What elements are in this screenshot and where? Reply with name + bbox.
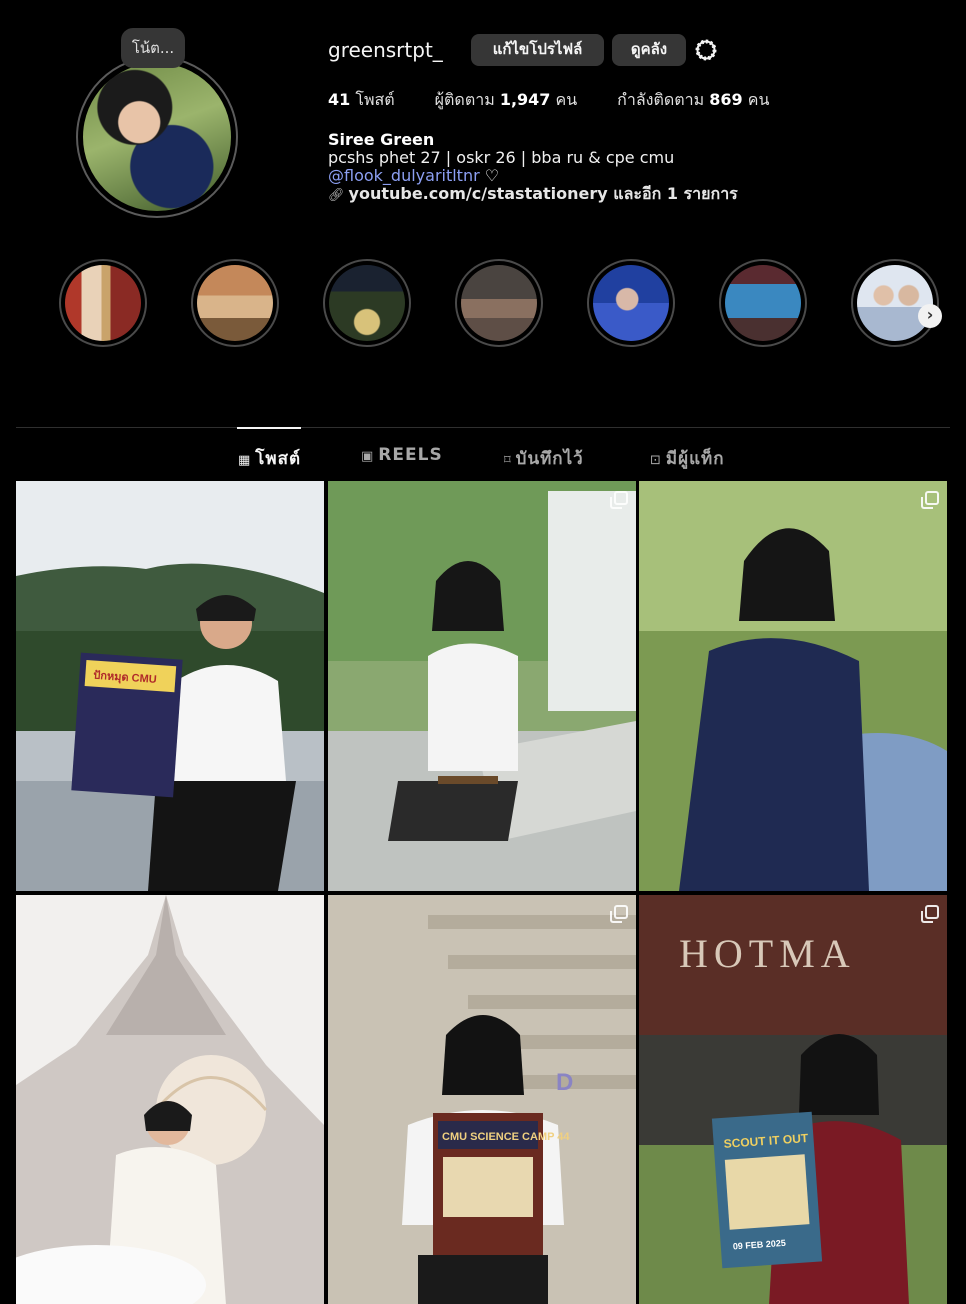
highlight-image <box>725 265 801 341</box>
post-image: D CMU SCIENCE CAMP 44 <box>328 895 636 1304</box>
highlight-6[interactable] <box>719 259 807 347</box>
post-2[interactable] <box>328 481 636 891</box>
poster-text: CMU SCIENCE CAMP 44 <box>442 1131 570 1143</box>
post-1[interactable]: ปักหมุด CMU <box>16 481 324 891</box>
highlight-image <box>65 265 141 341</box>
multiple-photos-icon <box>610 905 628 923</box>
highlight-5[interactable] <box>587 259 675 347</box>
view-archive-button[interactable]: ดูคลัง <box>612 34 686 66</box>
highlight-image <box>857 265 933 341</box>
chevron-right-icon[interactable]: › <box>918 304 942 328</box>
avatar-image <box>83 63 231 211</box>
note-bubble[interactable]: โน้ต... <box>121 28 185 68</box>
display-name: Siree Green <box>328 130 435 149</box>
multiple-photos-icon <box>921 491 939 509</box>
highlight-image <box>461 265 537 341</box>
highlight-image <box>593 265 669 341</box>
grid-icon: ▦ <box>238 453 252 468</box>
followers-stat[interactable]: ผู้ติดตาม 1,947 คน <box>435 88 578 113</box>
following-stat[interactable]: กำลังติดตาม 869 คน <box>617 88 769 113</box>
post-image: HOTMA SCOUT IT OUT 09 FEB 2025 <box>639 895 947 1304</box>
posts-stat: 41 โพสต์ <box>328 90 395 109</box>
building-sign: HOTMA <box>679 931 856 976</box>
profile-bio: Siree Green pcshs phet 27 | oskr 26 | bb… <box>328 131 738 205</box>
active-tab-indicator <box>237 427 301 429</box>
post-3[interactable] <box>639 481 947 891</box>
profile-avatar[interactable] <box>76 56 238 218</box>
profile-stats: 41 โพสต์ ผู้ติดตาม 1,947 คน กำลังติดตาม … <box>328 88 769 113</box>
reels-icon: ▣ <box>361 449 375 464</box>
post-4[interactable] <box>16 895 324 1304</box>
mention-link[interactable]: @flook_dulyaritltnr <box>328 166 480 185</box>
bookmark-icon: ⌑ <box>504 453 512 468</box>
tab-posts[interactable]: ▦ โพสต์ <box>238 445 301 472</box>
username: greensrtpt_ <box>328 38 443 62</box>
tab-saved[interactable]: ⌑ บันทึกไว้ <box>504 445 584 472</box>
highlight-7[interactable] <box>851 259 939 347</box>
post-image <box>328 481 636 891</box>
tab-tagged[interactable]: ⊡ มีผู้แท็ก <box>650 445 725 472</box>
post-6[interactable]: HOTMA SCOUT IT OUT 09 FEB 2025 <box>639 895 947 1304</box>
post-image: ปักหมุด CMU <box>16 481 324 891</box>
post-image <box>16 895 324 1304</box>
post-image <box>639 481 947 891</box>
post-5[interactable]: D CMU SCIENCE CAMP 44 <box>328 895 636 1304</box>
highlight-3[interactable] <box>323 259 411 347</box>
multiple-photos-icon <box>610 491 628 509</box>
multiple-photos-icon <box>921 905 939 923</box>
highlight-2[interactable] <box>191 259 279 347</box>
bio-text: pcshs phet 27 | oskr 26 | bba ru & cpe c… <box>328 148 675 167</box>
external-link[interactable]: youtube.com/c/stastationery และอีก 1 ราย… <box>349 184 738 203</box>
tab-reels[interactable]: ▣ REELS <box>361 445 443 465</box>
link-icon: 🔗︎ <box>328 188 345 203</box>
highlight-1[interactable] <box>59 259 147 347</box>
gear-icon[interactable] <box>694 38 718 62</box>
highlight-image <box>329 265 405 341</box>
edit-profile-button[interactable]: แก้ไขโปรไฟล์ <box>471 34 604 66</box>
tagged-icon: ⊡ <box>650 453 662 468</box>
highlight-4[interactable] <box>455 259 543 347</box>
wall-letter: D <box>556 1069 573 1096</box>
tabs-divider <box>16 427 950 428</box>
heart-icon: ♡ <box>484 166 500 185</box>
highlight-image <box>197 265 273 341</box>
